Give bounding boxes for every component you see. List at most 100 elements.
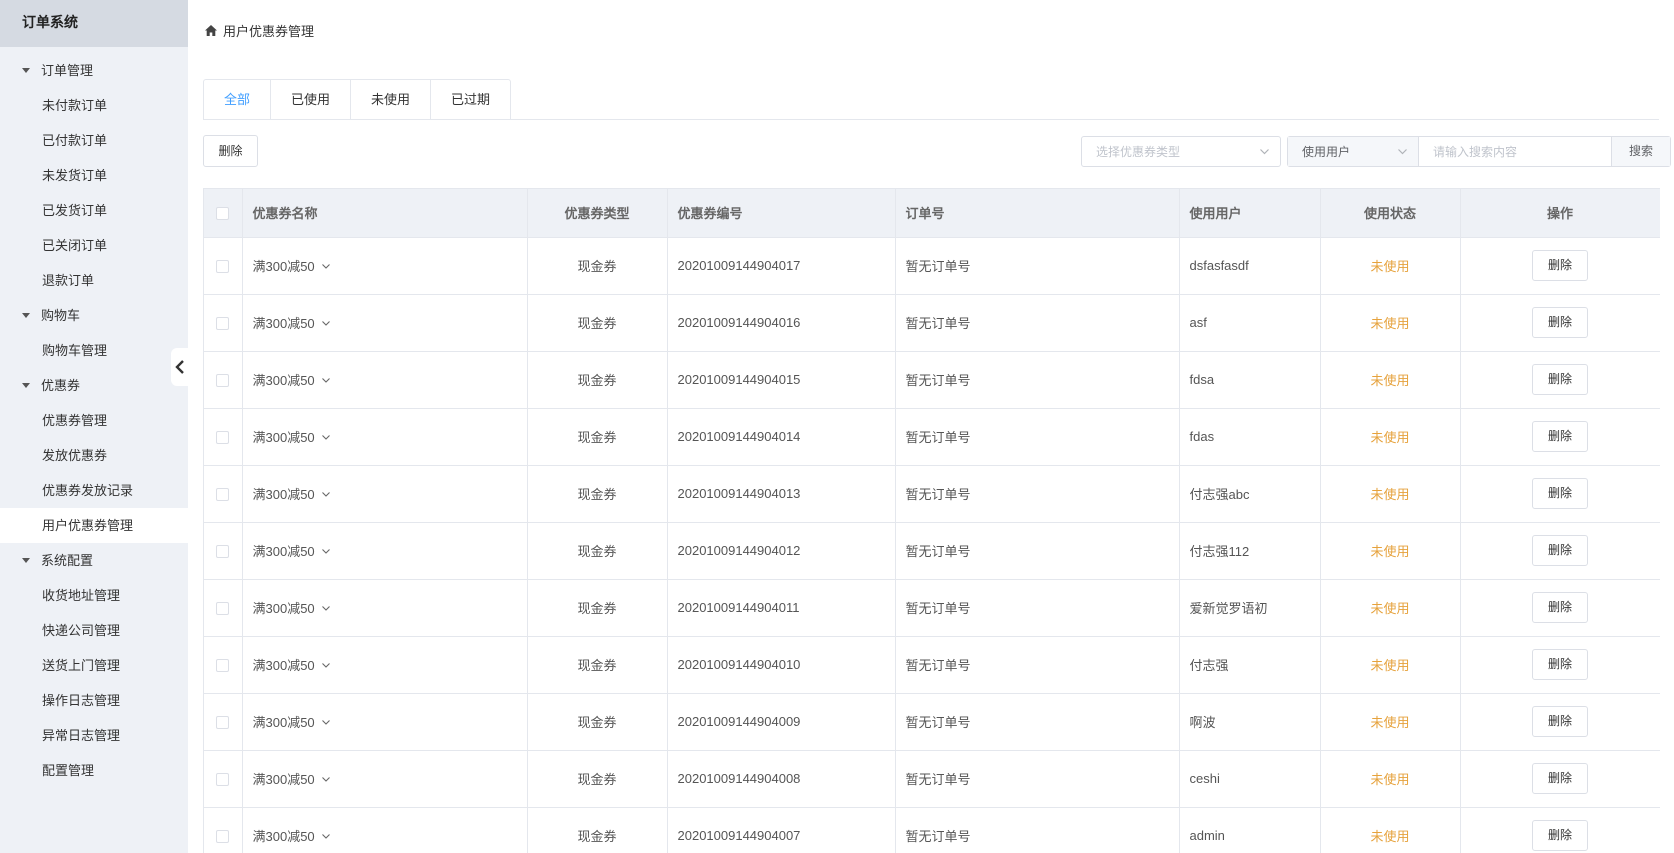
select-all-checkbox[interactable] (216, 207, 230, 221)
sidebar-item[interactable]: 优惠券管理 (0, 403, 188, 438)
row-delete-button[interactable]: 删除 (1532, 250, 1588, 281)
sidebar-item[interactable]: 购物车管理 (0, 333, 188, 368)
coupon-type: 现金券 (527, 351, 668, 409)
row-delete-button[interactable]: 删除 (1532, 592, 1588, 623)
coupon-name-dropdown[interactable]: 满300减50 (253, 769, 331, 788)
row-select-cell (204, 522, 243, 580)
coupon-code: 20201009144904011 (667, 579, 896, 637)
chevron-down-icon (1260, 149, 1269, 155)
collapse-sidebar-button[interactable] (171, 348, 189, 386)
row-delete-button[interactable]: 删除 (1532, 820, 1588, 851)
sidebar-item[interactable]: 异常日志管理 (0, 718, 188, 753)
sidebar-item[interactable]: 送货上门管理 (0, 648, 188, 683)
tab[interactable]: 未使用 (350, 79, 432, 120)
row-checkbox[interactable] (216, 659, 230, 673)
row-checkbox[interactable] (216, 545, 230, 559)
order-number: 暂无订单号 (895, 693, 1180, 751)
coupon-name-dropdown[interactable]: 满300减50 (253, 541, 331, 560)
row-checkbox[interactable] (216, 317, 230, 331)
row-delete-button[interactable]: 删除 (1532, 535, 1588, 566)
row-delete-button[interactable]: 删除 (1532, 364, 1588, 395)
column-header-code[interactable]: 优惠券编号 (667, 189, 896, 238)
coupon-name-dropdown[interactable]: 满300减50 (253, 712, 331, 731)
sidebar-item[interactable]: 配置管理 (0, 753, 188, 788)
sidebar-group[interactable]: 购物车 (0, 298, 188, 333)
column-header-user[interactable]: 使用用户 (1179, 189, 1321, 238)
column-header-order[interactable]: 订单号 (895, 189, 1180, 238)
coupon-name-dropdown[interactable]: 满300减50 (253, 256, 331, 275)
row-checkbox[interactable] (216, 716, 230, 730)
tab[interactable]: 已过期 (430, 79, 512, 120)
column-header-type[interactable]: 优惠券类型 (527, 189, 668, 238)
sidebar-item[interactable]: 快递公司管理 (0, 613, 188, 648)
coupon-type-select-placeholder: 选择优惠券类型 (1096, 145, 1181, 159)
status-badge: 未使用 (1320, 636, 1461, 694)
search-field-select[interactable]: 使用用户 (1288, 137, 1419, 166)
coupon-name-dropdown[interactable]: 满300减50 (253, 655, 331, 674)
tab[interactable]: 全部 (203, 79, 272, 120)
table-row: 满300减50 现金券 20201009144904017 暂无订单号 dsfasfas… (204, 237, 1660, 295)
row-actions-cell: 删除 (1460, 693, 1660, 751)
row-delete-button[interactable]: 删除 (1532, 478, 1588, 509)
coupon-name-dropdown[interactable]: 满300减50 (253, 484, 331, 503)
sidebar-item[interactable]: 未发货订单 (0, 158, 188, 193)
row-delete-button[interactable]: 删除 (1532, 307, 1588, 338)
used-by-user: asf (1179, 294, 1321, 352)
search-input[interactable] (1419, 137, 1611, 166)
status-badge: 未使用 (1320, 351, 1461, 409)
sidebar-item[interactable]: 优惠券发放记录 (0, 473, 188, 508)
sidebar-item[interactable]: 已付款订单 (0, 123, 188, 158)
coupon-name-cell: 满300减50 (242, 351, 528, 409)
sidebar-item[interactable]: 已发货订单 (0, 193, 188, 228)
tab[interactable]: 已使用 (270, 79, 352, 120)
sidebar-group[interactable]: 系统配置 (0, 543, 188, 578)
row-actions-cell: 删除 (1460, 579, 1660, 637)
chevron-down-icon (321, 377, 330, 383)
row-checkbox[interactable] (216, 602, 230, 616)
row-checkbox[interactable] (216, 830, 230, 844)
row-checkbox[interactable] (216, 773, 230, 787)
used-by-user: fdas (1179, 408, 1321, 466)
column-header-name[interactable]: 优惠券名称 (242, 189, 528, 238)
row-checkbox[interactable] (216, 431, 230, 445)
sidebar-item[interactable]: 用户优惠券管理 (0, 508, 188, 543)
coupon-name-dropdown[interactable]: 满300减50 (253, 313, 331, 332)
order-number: 暂无订单号 (895, 351, 1180, 409)
row-select-cell (204, 237, 243, 295)
coupon-name-cell: 满300减50 (242, 750, 528, 808)
table-row: 满300减50 现金券 20201009144904011 暂无订单号 爱新觉罗语初 未使… (204, 579, 1660, 637)
sidebar-group-label: 购物车 (41, 308, 81, 323)
row-delete-button[interactable]: 删除 (1532, 706, 1588, 737)
sidebar-group-label: 订单管理 (41, 63, 94, 78)
coupon-type-select[interactable]: 选择优惠券类型 (1081, 136, 1281, 167)
app-title: 订单系统 (0, 0, 188, 47)
sidebar-item[interactable]: 发放优惠券 (0, 438, 188, 473)
row-checkbox[interactable] (216, 374, 230, 388)
row-delete-button[interactable]: 删除 (1532, 421, 1588, 452)
sidebar-item[interactable]: 收货地址管理 (0, 578, 188, 613)
coupon-name-dropdown[interactable]: 满300减50 (253, 370, 331, 389)
row-checkbox[interactable] (216, 260, 230, 274)
row-select-cell (204, 693, 243, 751)
filter-tabs: 全部 已使用 未使用 已过期 (203, 79, 512, 120)
row-checkbox[interactable] (216, 488, 230, 502)
row-delete-button[interactable]: 删除 (1532, 763, 1588, 794)
coupon-name: 满300减50 (252, 829, 315, 844)
coupon-name-dropdown[interactable]: 满300减50 (253, 826, 331, 845)
row-actions-cell: 删除 (1460, 351, 1660, 409)
sidebar-group[interactable]: 优惠券 (0, 368, 188, 403)
home-icon[interactable] (205, 25, 217, 36)
coupon-type: 现金券 (527, 636, 668, 694)
order-number: 暂无订单号 (895, 579, 1180, 637)
coupon-name-dropdown[interactable]: 满300减50 (253, 427, 331, 446)
sidebar-item[interactable]: 操作日志管理 (0, 683, 188, 718)
column-header-status[interactable]: 使用状态 (1320, 189, 1461, 238)
sidebar-item[interactable]: 退款订单 (0, 263, 188, 298)
row-delete-button[interactable]: 删除 (1532, 649, 1588, 680)
bulk-delete-button[interactable]: 删除 (203, 135, 258, 167)
sidebar-item[interactable]: 已关闭订单 (0, 228, 188, 263)
search-button[interactable]: 搜索 (1611, 137, 1670, 166)
coupon-name-dropdown[interactable]: 满300减50 (253, 598, 331, 617)
sidebar-item[interactable]: 未付款订单 (0, 88, 188, 123)
sidebar-group[interactable]: 订单管理 (0, 53, 188, 88)
